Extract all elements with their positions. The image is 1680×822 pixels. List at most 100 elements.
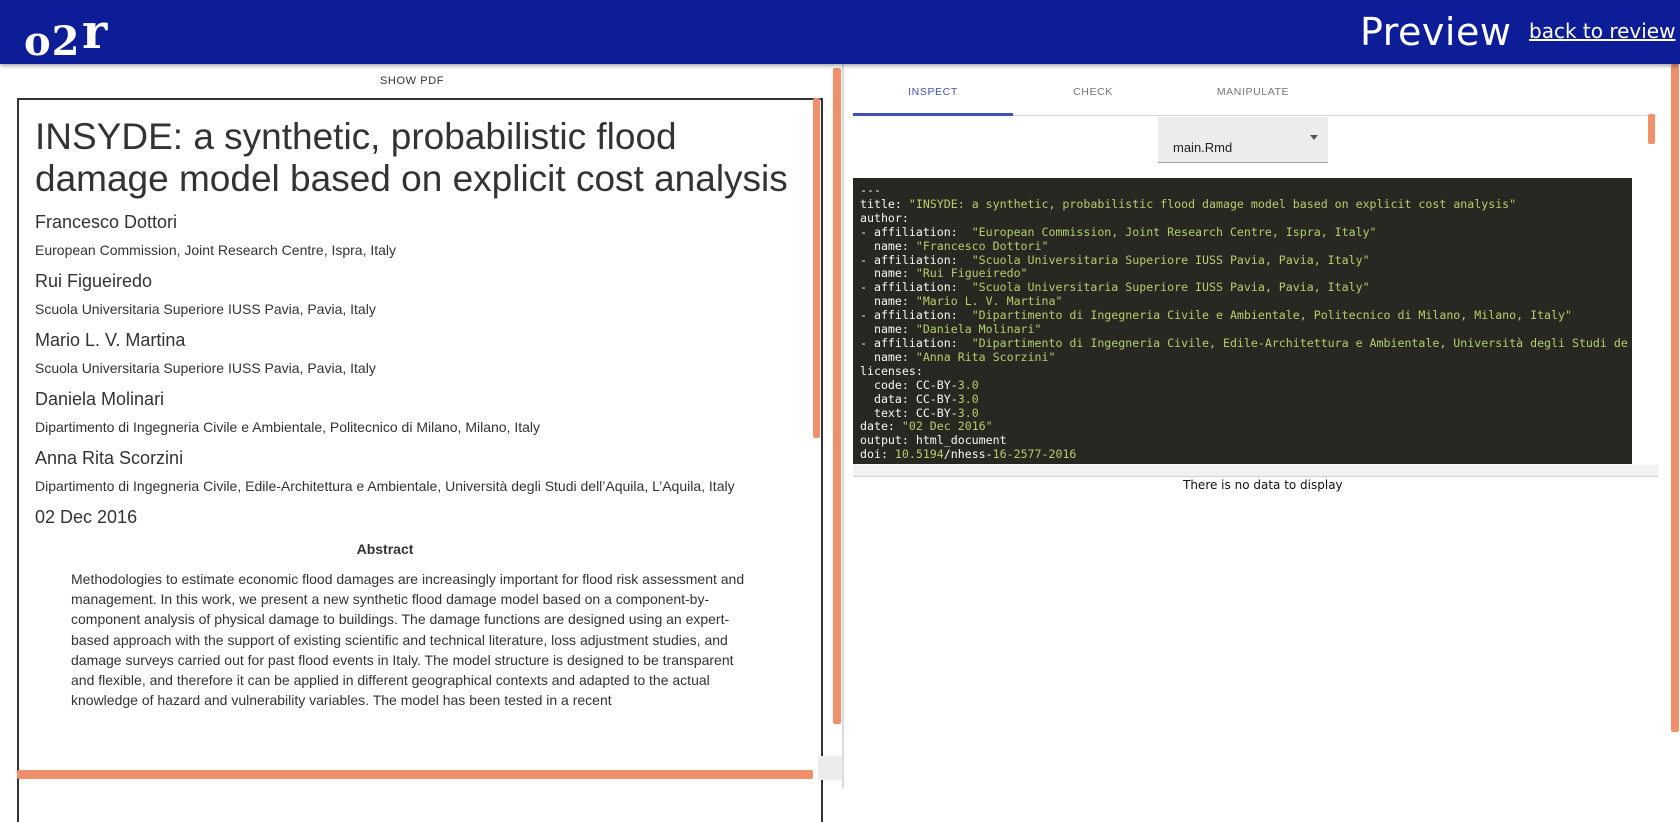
logo-text-o2: o2 — [24, 18, 81, 65]
code-token: doi: — [860, 447, 895, 462]
document-scrollbar-vertical[interactable] — [813, 98, 820, 438]
show-pdf-button[interactable]: SHOW PDF — [380, 75, 444, 87]
code-token: "Dipartimento di Ingegneria Civile, Edil… — [971, 335, 1628, 350]
code-line: date: "02 Dec 2016" — [860, 419, 1632, 434]
tab-inspect[interactable]: INSPECT — [853, 86, 1013, 98]
code-token: 3.0 — [957, 405, 979, 420]
logo-text-r: r — [82, 4, 108, 60]
file-select-value: main.Rmd — [1173, 140, 1233, 155]
scrollbar-corner — [818, 756, 842, 780]
document-title: INSYDE: a synthetic, probabilistic flood… — [35, 116, 788, 199]
code-token: - affiliation: — [860, 224, 972, 239]
code-token: "Dipartimento di Ingegneria Civile e Amb… — [971, 308, 1572, 323]
author-name: Mario L. V. Martina — [35, 330, 186, 350]
code-line: - affiliation: "European Commission, Joi… — [860, 224, 1632, 240]
code-token: "Daniela Molinari" — [915, 322, 1042, 337]
top-app-bar: o2 r Preview back to review — [0, 0, 1680, 65]
code-token: "INSYDE: a synthetic, probabilistic floo… — [908, 196, 1517, 211]
abstract-heading: Abstract — [356, 541, 414, 557]
code-token: - affiliation: — [860, 335, 972, 350]
tab-manipulate[interactable]: MANIPULATE — [1173, 86, 1333, 98]
abstract-text: Methodologies to estimate economic flood… — [71, 571, 745, 709]
code-token: name: — [860, 238, 916, 253]
code-viewer[interactable]: --- title: "INSYDE: a synthetic, probabil… — [853, 178, 1632, 464]
code-line: - affiliation: "Scuola Universitaria Sup… — [860, 252, 1632, 268]
code-line: output: html_document — [860, 433, 1632, 448]
code-line: name: "Mario L. V. Martina" — [860, 294, 1632, 309]
code-token: name: — [860, 266, 916, 281]
code-token: data: CC-BY- — [860, 391, 958, 406]
code-token: "Scuola Universitaria Superiore IUSS Pav… — [971, 252, 1370, 267]
code-token: "Scuola Universitaria Superiore IUSS Pav… — [971, 280, 1370, 295]
caret-down-icon — [1310, 135, 1318, 140]
code-token: 16-2577-2016 — [992, 447, 1077, 462]
code-token: text: CC-BY- — [860, 405, 958, 420]
code-line: - affiliation: "Dipartimento di Ingegner… — [860, 308, 1632, 323]
code-token: code: CC-BY- — [860, 377, 958, 392]
document-scrollbar-horizontal[interactable] — [17, 770, 813, 779]
code-token: output: html_document — [860, 433, 1007, 448]
code-line: title: "INSYDE: a synthetic, probabilist… — [860, 196, 1632, 212]
code-token: "Francesco Dottori" — [915, 238, 1049, 253]
code-line: name: "Daniela Molinari" — [860, 322, 1632, 337]
active-tab-indicator — [853, 113, 1013, 116]
document-date: 02 Dec 2016 — [35, 507, 138, 527]
code-token: "Rui Figueiredo" — [915, 266, 1028, 281]
pane-scrollbar-vertical[interactable] — [1671, 64, 1679, 732]
author-affiliation: Scuola Universitaria Superiore IUSS Pavi… — [35, 301, 376, 317]
code-line: name: "Francesco Dottori" — [860, 238, 1632, 254]
code-line: name: "Anna Rita Scorzini" — [860, 349, 1632, 365]
code-line: - affiliation: "Scuola Universitaria Sup… — [860, 280, 1632, 295]
code-token: --- — [860, 183, 881, 197]
code-token: - affiliation: — [860, 252, 972, 267]
document-content: INSYDE: a synthetic, probabilistic flood… — [35, 116, 795, 710]
code-token: name: — [860, 349, 916, 364]
panel-scrollbar-vertical[interactable] — [1648, 114, 1655, 144]
author-affiliation: Scuola Universitaria Superiore IUSS Pavi… — [35, 360, 376, 376]
code-line: - affiliation: "Dipartimento di Ingegner… — [860, 335, 1632, 351]
code-token: 3.0 — [957, 377, 979, 392]
author-name: Daniela Molinari — [35, 389, 165, 409]
pane-scrollbar-vertical[interactable] — [833, 68, 841, 724]
code-token: title: — [860, 196, 909, 211]
code-token: licenses: — [860, 363, 923, 378]
code-token: 3.0 — [957, 391, 979, 406]
author-affiliation: Dipartimento di Ingegneria Civile, Edile… — [35, 478, 735, 494]
no-data-message: There is no data to display — [1183, 478, 1343, 492]
code-token: name: — [860, 322, 916, 337]
code-line: licenses: — [860, 363, 1632, 379]
document-frame: INSYDE: a synthetic, probabilistic flood… — [17, 98, 823, 822]
back-to-review-link[interactable]: back to review — [1529, 19, 1675, 43]
code-token: /nhess- — [943, 447, 993, 462]
author-name: Rui Figueiredo — [35, 271, 153, 291]
code-token: 10.5194 — [894, 447, 944, 462]
code-line: --- — [860, 183, 1632, 198]
author-name: Francesco Dottori — [35, 212, 178, 232]
code-scrollbar-horizontal[interactable] — [853, 465, 1658, 477]
code-token: name: — [860, 294, 916, 309]
tab-check[interactable]: CHECK — [1013, 86, 1173, 98]
code-token: "Anna Rita Scorzini" — [915, 349, 1056, 364]
document-preview-pane: SHOW PDF INSYDE: a synthetic, probabilis… — [0, 64, 845, 822]
code-line: code: CC-BY-3.0 — [860, 377, 1632, 393]
code-token: - affiliation: — [860, 308, 972, 323]
code-token: "02 Dec 2016" — [901, 419, 993, 434]
author-name: Anna Rita Scorzini — [35, 448, 184, 468]
code-token: - affiliation: — [860, 280, 972, 295]
code-line: data: CC-BY-3.0 — [860, 391, 1632, 407]
tab-bar: INSPECT CHECK MANIPULATE — [853, 64, 1657, 116]
code-line: doi: 10.5194/nhess-16-2577-2016 — [860, 447, 1632, 462]
file-select[interactable]: main.Rmd — [1158, 117, 1328, 163]
pane-divider[interactable] — [842, 64, 844, 788]
code-line: author: — [860, 210, 1632, 226]
code-token: author: — [860, 210, 909, 225]
code-line: text: CC-BY-3.0 — [860, 405, 1632, 421]
code-token: date: — [860, 419, 902, 434]
code-token: "European Commission, Joint Research Cen… — [971, 224, 1377, 239]
page-title: Preview — [1360, 10, 1512, 54]
code-line: name: "Rui Figueiredo" — [860, 266, 1632, 281]
code-token: "Mario L. V. Martina" — [915, 294, 1063, 309]
inspect-pane: INSPECT CHECK MANIPULATE main.Rmd --- tit… — [853, 64, 1680, 788]
author-affiliation: Dipartimento di Ingegneria Civile e Ambi… — [35, 419, 541, 435]
author-affiliation: European Commission, Joint Research Cent… — [35, 242, 397, 258]
